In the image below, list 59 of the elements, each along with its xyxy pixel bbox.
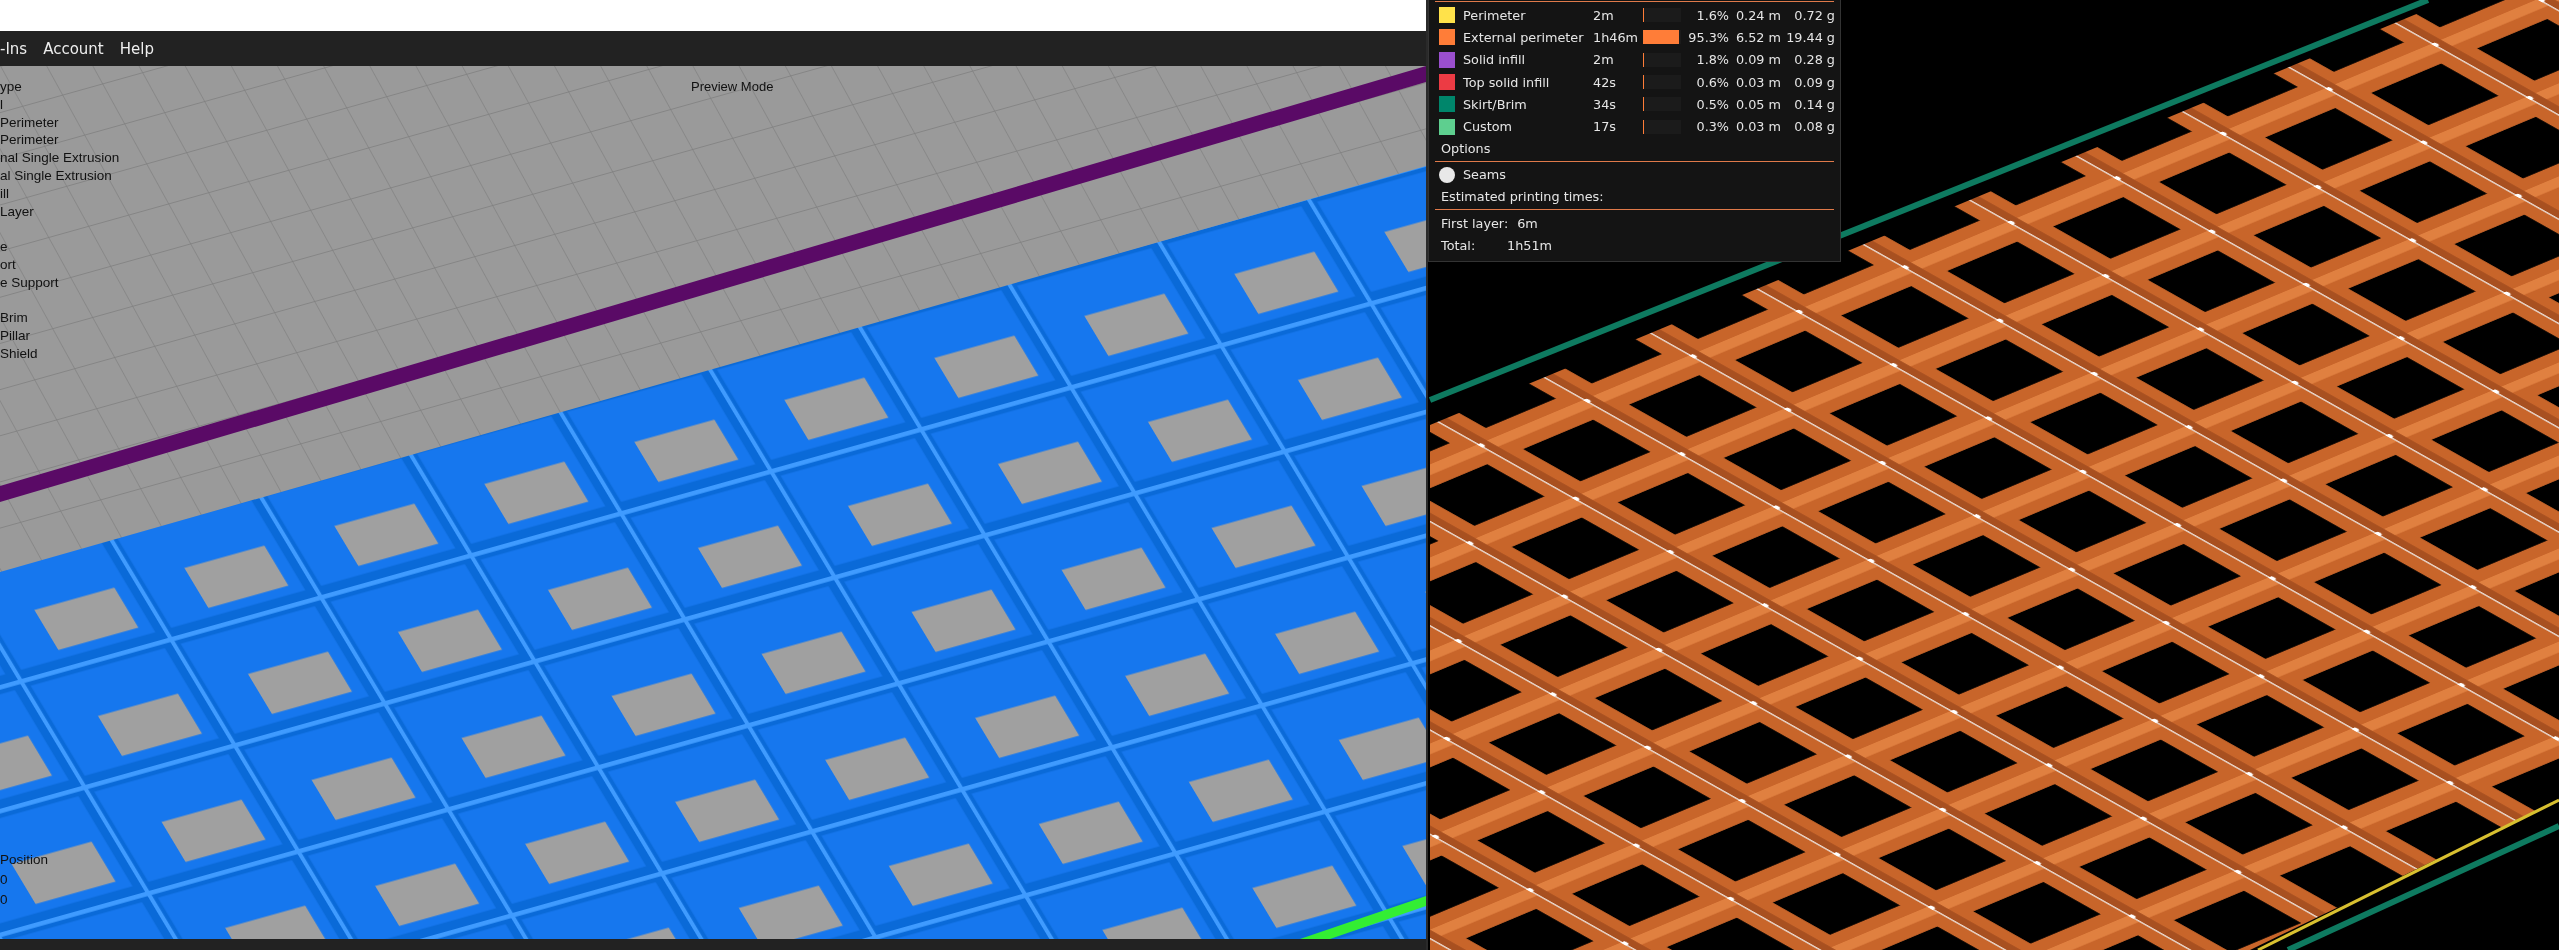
time-label: First layer: xyxy=(1440,215,1509,231)
section-title: Estimated printing times: xyxy=(1440,188,1605,207)
time-value: 6m xyxy=(1517,215,1538,231)
position-label: 0 xyxy=(0,871,9,889)
feature-name: External perimeter xyxy=(1463,29,1585,45)
preview-mode-label: Preview Mode xyxy=(691,79,774,94)
weight-value: 0.28 g xyxy=(1793,52,1835,68)
feature-name: Custom xyxy=(1463,119,1514,135)
percent-value: 0.6% xyxy=(1695,74,1729,90)
circle-icon xyxy=(1439,166,1455,183)
legend-label: ype xyxy=(0,78,23,96)
time-value: 42s xyxy=(1593,74,1617,90)
legend-label: al Single Extrusion xyxy=(0,167,113,185)
length-value: 6.52 m xyxy=(1734,29,1781,45)
percent-value: 0.3% xyxy=(1695,119,1729,135)
percent-value: 1.8% xyxy=(1695,52,1729,68)
legend-label: Layer xyxy=(0,202,35,221)
time-value: 1h46m xyxy=(1593,29,1639,45)
legend-label: e xyxy=(0,238,9,256)
length-value: 0.05 m xyxy=(1734,96,1781,112)
percent-value: 95.3% xyxy=(1687,29,1729,45)
percent-value: 0.5% xyxy=(1695,96,1729,112)
weight-value: 0.08 g xyxy=(1793,119,1835,135)
weight-value: 0.72 g xyxy=(1793,7,1835,23)
position-label: 0 xyxy=(0,891,9,909)
section-title: Options xyxy=(1440,139,1492,158)
legend-label: Pillar xyxy=(0,327,31,345)
length-value: 0.24 m xyxy=(1734,7,1781,23)
option-label: Seams xyxy=(1463,167,1507,183)
menu-item[interactable]: -Ins xyxy=(0,39,28,58)
legend-label: nal Single Extrusion xyxy=(0,149,120,167)
time-value: 17s xyxy=(1593,119,1617,135)
position-label: Position xyxy=(0,851,49,869)
time-value: 1h51m xyxy=(1507,238,1552,253)
legend-label: ort xyxy=(0,255,17,274)
time-label: Total: xyxy=(1440,238,1477,253)
percent-value: 1.6% xyxy=(1695,7,1729,23)
feature-name: Solid infill xyxy=(1463,52,1527,68)
feature-name: Skirt/Brim xyxy=(1463,96,1528,112)
legend-label: e Support xyxy=(0,273,60,292)
menu-item[interactable]: Account xyxy=(43,39,104,58)
time-value: 34s xyxy=(1593,96,1617,112)
time-value: 2m xyxy=(1593,52,1615,68)
length-value: 0.09 m xyxy=(1734,52,1781,68)
legend-label: Shield xyxy=(0,344,39,363)
weight-value: 0.09 g xyxy=(1793,74,1835,90)
feature-name: Top solid infill xyxy=(1463,74,1551,90)
length-value: 0.03 m xyxy=(1734,74,1781,90)
weight-value: 0.14 g xyxy=(1793,96,1835,112)
legend-label: Brim xyxy=(0,309,29,328)
time-value: 2m xyxy=(1593,7,1615,23)
legend-label: ill xyxy=(0,184,10,203)
legend-label: Perimeter xyxy=(0,131,60,150)
length-value: 0.03 m xyxy=(1734,119,1781,135)
legend-label: Perimeter xyxy=(0,113,60,132)
menu-item[interactable]: Help xyxy=(119,39,154,58)
weight-value: 19.44 g xyxy=(1785,29,1835,45)
legend-label: l xyxy=(0,95,4,114)
feature-name: Perimeter xyxy=(1463,7,1527,23)
